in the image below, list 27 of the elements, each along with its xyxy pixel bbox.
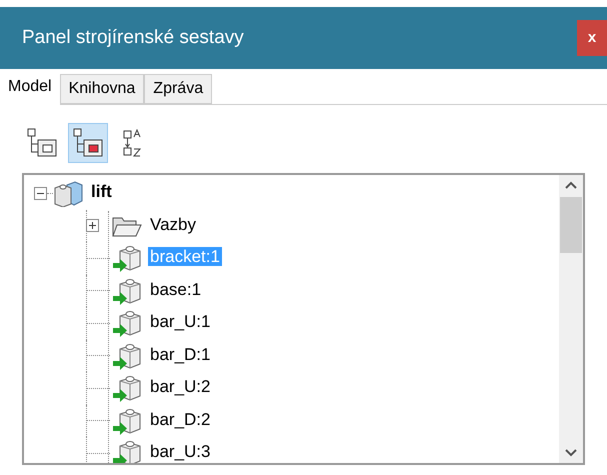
tree-item[interactable]: lift: [89, 182, 114, 202]
tree-item[interactable]: bar_U:2: [148, 377, 212, 396]
tree-item[interactable]: base:1: [148, 280, 204, 299]
expand-icon[interactable]: [86, 219, 99, 232]
scroll-up-icon[interactable]: [565, 181, 577, 189]
toolbar-button[interactable]: [68, 123, 108, 163]
assembly-icon: [53, 179, 83, 208]
scroll-down-icon[interactable]: [565, 449, 577, 457]
tree-item[interactable]: bar_U:1: [148, 312, 212, 332]
tree-item[interactable]: bar_U:3: [148, 442, 212, 462]
part-icon: [112, 243, 142, 274]
tab[interactable]: Zpráva: [144, 74, 212, 104]
tab[interactable]: Knihovna: [60, 74, 144, 104]
scrollbar[interactable]: [559, 175, 583, 463]
window-title: Panel strojírenské sestavy: [22, 26, 244, 50]
tree-item[interactable]: Vazby: [148, 214, 198, 234]
part-icon: [112, 373, 142, 404]
close-button[interactable]: x: [577, 20, 607, 56]
part-icon: [112, 308, 142, 338]
scroll-thumb[interactable]: [560, 197, 582, 253]
tree-icon: [72, 128, 104, 158]
tree-item[interactable]: bar_D:2: [148, 410, 212, 429]
folder-icon: [112, 214, 142, 237]
part-icon: [112, 438, 142, 463]
tree-item[interactable]: bar_D:1: [148, 344, 212, 364]
collapse-icon[interactable]: [34, 186, 47, 200]
tree-icon: [26, 128, 58, 158]
